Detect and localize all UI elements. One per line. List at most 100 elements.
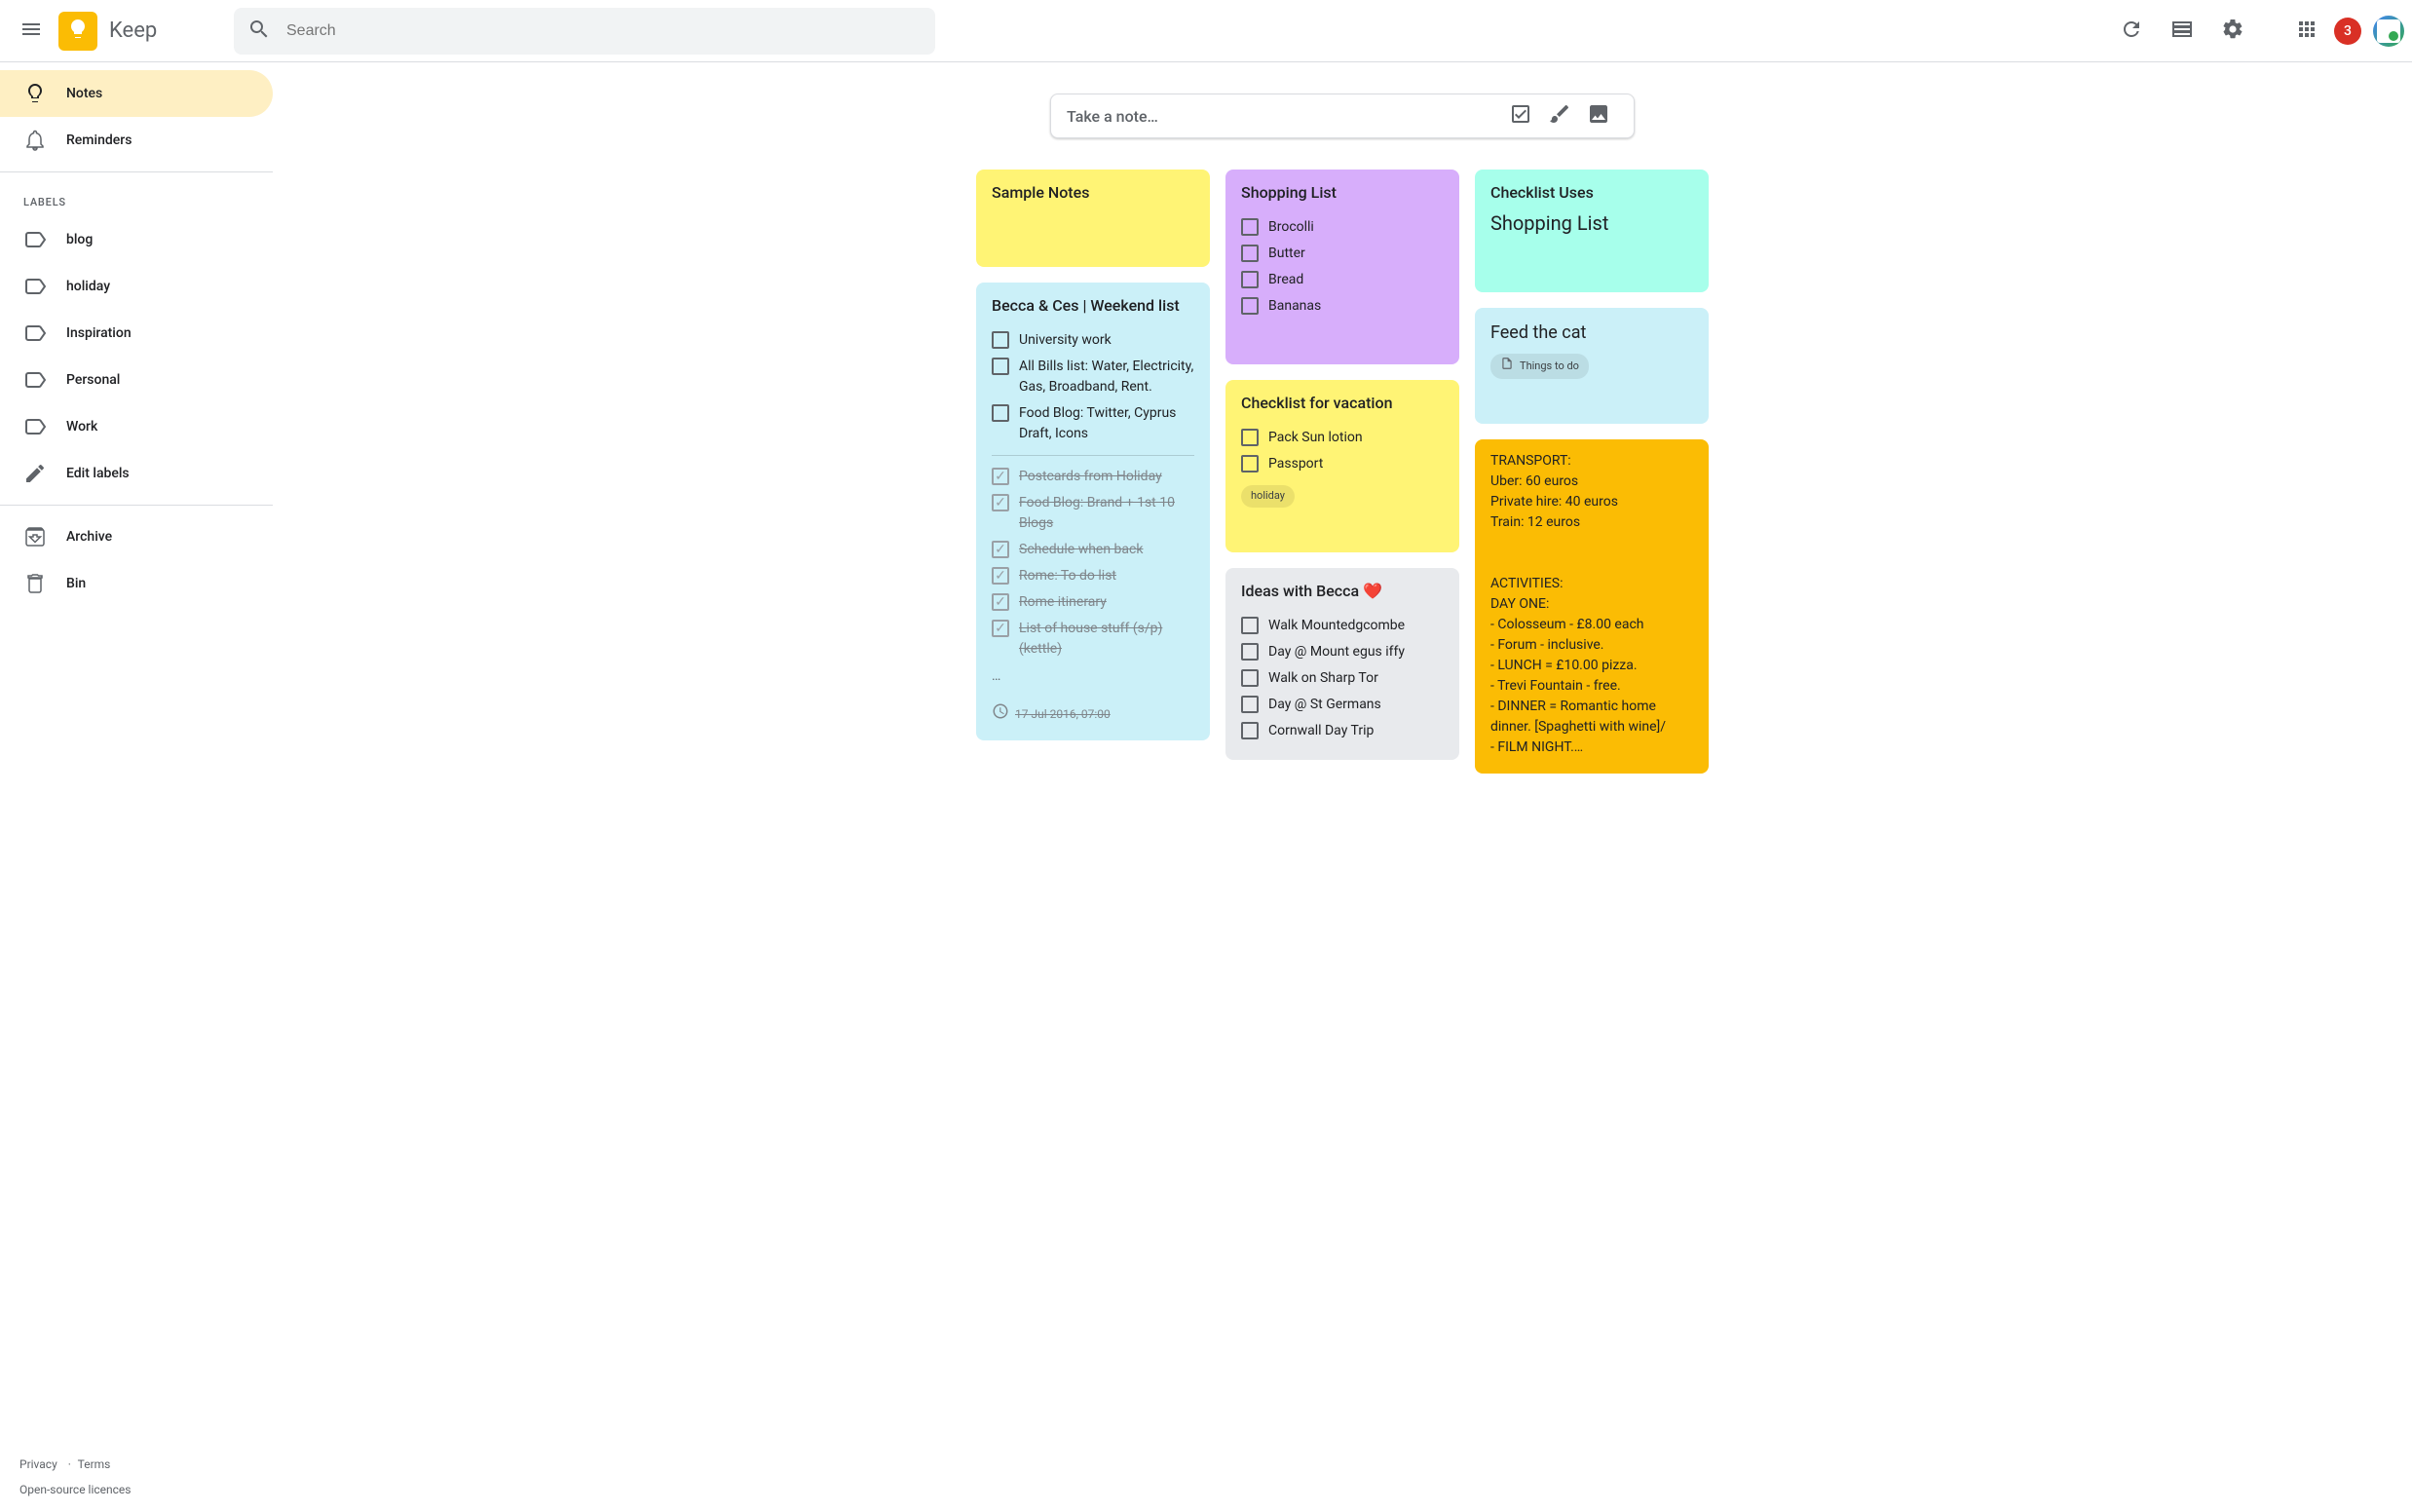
note-title: Shopping List [1241,181,1444,205]
sidebar-item-reminders[interactable]: Reminders [0,117,273,164]
menu-button[interactable] [8,8,55,55]
bulb-icon [66,18,90,45]
sidebar-label-holiday[interactable]: holiday [0,263,273,310]
note-card[interactable]: Ideas with Becca ❤️ Walk Mountedgcombe D… [1225,568,1459,760]
apps-button[interactable] [2283,8,2330,55]
note-card[interactable]: Checklist Uses Shopping List [1475,170,1709,292]
search-icon [247,18,271,44]
note-title: Sample Notes [992,181,1194,205]
licences-link[interactable]: Open-source licences [19,1483,131,1496]
sidebar-item-notes[interactable]: Notes [0,70,273,117]
account-avatar[interactable] [2373,16,2404,47]
checklist-item[interactable]: Schedule when back [992,537,1194,563]
checklist-item[interactable]: Walk on Sharp Tor [1241,665,1444,692]
notes-grid: Sample Notes Becca & Ces | Weekend list … [351,170,2334,774]
sidebar-label-personal[interactable]: Personal [0,357,273,403]
note-title: Checklist Uses [1490,181,1693,205]
sidebar-label-inspiration[interactable]: Inspiration [0,310,273,357]
doc-icon [1500,357,1514,376]
note-card[interactable]: Shopping List Brocolli Butter Bread Bana… [1225,170,1459,364]
notification-badge[interactable]: 3 [2334,18,2361,45]
take-note[interactable]: Take a note… [1050,94,1635,138]
sidebar-item-label: blog [66,232,93,247]
checklist-item[interactable]: List of house stuff (s/p) (kettle) [992,616,1194,662]
label-icon [12,415,58,438]
note-card[interactable]: Feed the cat Things to do [1475,308,1709,424]
new-image-button[interactable] [1579,96,1618,135]
sidebar-item-label: Edit labels [66,466,130,481]
checklist-item[interactable]: University work [992,327,1194,354]
checklist-item[interactable]: All Bills list: Water, Electricity, Gas,… [992,354,1194,400]
checklist-item[interactable]: Rome itinerary [992,589,1194,616]
privacy-link[interactable]: Privacy [19,1457,57,1471]
checklist-item[interactable]: Cornwall Day Trip [1241,718,1444,744]
clock-icon [992,702,1009,725]
search-bar[interactable] [234,8,935,55]
terms-link[interactable]: Terms [78,1457,111,1471]
note-title: Becca & Ces | Weekend list [992,294,1194,318]
sidebar-item-bin[interactable]: Bin [0,560,273,607]
bell-icon [12,129,58,152]
header-right: 3 [2079,8,2404,55]
sidebar-label-work[interactable]: Work [0,403,273,450]
label-icon [12,275,58,298]
search-wrap [234,8,935,55]
brush-icon [1548,102,1571,130]
app-name: Keep [109,19,157,43]
checklist-item[interactable]: Day @ Mount egus iffy [1241,639,1444,665]
note-body: TRANSPORT: Uber: 60 euros Private hire: … [1490,451,1693,758]
new-drawing-button[interactable] [1540,96,1579,135]
sidebar-item-label: Archive [66,529,112,545]
label-chip[interactable]: Things to do [1490,354,1589,379]
sidebar-item-label: Inspiration [66,325,132,341]
refresh-button[interactable] [2108,8,2155,55]
settings-button[interactable] [2209,8,2256,55]
pencil-icon [12,462,58,485]
checklist-item[interactable]: Butter [1241,241,1444,267]
bulb-icon [12,82,58,105]
checklist-item[interactable]: Pack Sun lotion [1241,425,1444,451]
checklist-item[interactable]: Food Blog: Brand + 1st 10 Blogs [992,490,1194,537]
checkbox-icon [1509,102,1532,130]
checklist-item[interactable]: Passport [1241,451,1444,477]
note-card[interactable]: Checklist for vacation Pack Sun lotion P… [1225,380,1459,552]
checklist-item[interactable]: Walk Mountedgcombe [1241,613,1444,639]
sidebar-item-label: Work [66,419,97,435]
checklist-item[interactable]: Day @ St Germans [1241,692,1444,718]
refresh-icon [2120,18,2143,44]
checklist-item[interactable]: Food Blog: Twitter, Cyprus Draft, Icons [992,400,1194,447]
search-button[interactable] [240,12,279,51]
header: Keep 3 [0,0,2412,62]
apps-icon [2295,18,2318,44]
trash-icon [12,572,58,595]
checklist-item[interactable]: Bananas [1241,293,1444,320]
sidebar-item-archive[interactable]: Archive [0,513,273,560]
more-indicator: … [992,666,1194,687]
sidebar-item-label: Reminders [66,132,132,148]
checklist-item[interactable]: Brocolli [1241,214,1444,241]
note-reminder: 17 Jul 2016, 07:00 [992,702,1194,725]
note-card[interactable]: Becca & Ces | Weekend list University wo… [976,283,1210,740]
sidebar: Notes Reminders LABELS blog holiday Insp… [0,62,273,1512]
label-icon [12,321,58,345]
archive-icon [12,525,58,548]
search-input[interactable] [279,22,929,40]
checklist-item[interactable]: Rome: To do list [992,563,1194,589]
note-title: Ideas with Becca ❤️ [1241,580,1444,603]
list-view-button[interactable] [2159,8,2205,55]
label-icon [12,228,58,251]
label-chip[interactable]: holiday [1241,485,1295,508]
labels-heading: LABELS [0,180,273,216]
sidebar-footer: Privacy · Terms Open-source licences [0,1452,273,1512]
note-card[interactable]: Sample Notes [976,170,1210,267]
new-list-button[interactable] [1501,96,1540,135]
sidebar-item-edit-labels[interactable]: Edit labels [0,450,273,497]
sidebar-label-blog[interactable]: blog [0,216,273,263]
take-note-placeholder: Take a note… [1067,107,1501,126]
menu-icon [19,18,43,44]
image-icon [1587,102,1610,130]
checklist-item[interactable]: Postcards from Holiday [992,464,1194,490]
checklist-item[interactable]: Bread [1241,267,1444,293]
note-card[interactable]: TRANSPORT: Uber: 60 euros Private hire: … [1475,439,1709,774]
header-left: Keep [8,8,234,55]
